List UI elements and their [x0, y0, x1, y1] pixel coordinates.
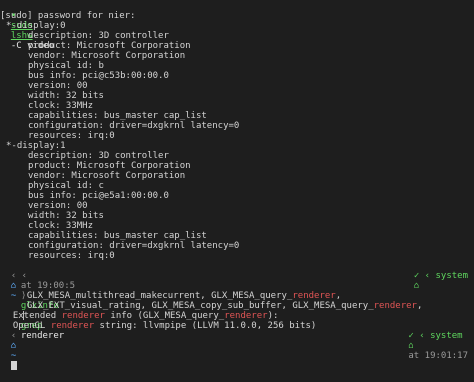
- display0-resources: resources: irq:0: [28, 131, 115, 141]
- prompt2-icon: ⌂: [408, 341, 414, 351]
- prompt2-home-icon: ⌂: [10, 341, 17, 351]
- command-line-glxinfo: at 19:00:5 ⟩ glxinfo | grep renderer: [0, 271, 474, 341]
- glx-output-line-3: Extended renderer info (GLX_MESA_query_r…: [0, 301, 474, 321]
- display0-clock: clock: 33MHz: [28, 101, 94, 111]
- prompt2-time: at 19:01:17: [408, 351, 468, 361]
- display1-resources: resources: irq:0: [28, 251, 115, 261]
- display0-description: description: 3D controller: [28, 31, 169, 41]
- display0-version: version: 00: [28, 81, 88, 91]
- shell-prompt-2[interactable]: ‹ ⌂ ~ ✓ ‹ system ⌂ at 19:01:17: [0, 321, 474, 370]
- grep-arg: renderer: [20, 331, 65, 341]
- prompt2-status: ✓ ‹ system: [408, 331, 463, 341]
- display0-physical-id: physical id: b: [28, 61, 104, 71]
- display1-version: version: 00: [28, 201, 88, 211]
- display1-width: width: 32 bits: [28, 211, 104, 221]
- prompt2-right: ✓ ‹ system ⌂ at 19:01:17: [387, 321, 468, 371]
- display1-product: product: Microsoft Corporation: [28, 161, 191, 171]
- display0-bus-info: bus info: pci@c53b:00:00.0: [28, 71, 169, 81]
- display0-product: product: Microsoft Corporation: [28, 41, 191, 51]
- display1-vendor: vendor: Microsoft Corporation: [28, 171, 186, 181]
- display0-width: width: 32 bits: [28, 91, 104, 101]
- glx-output-line-2: GLX_EXT_visual_rating, GLX_MESA_copy_sub…: [0, 291, 474, 311]
- shell-prompt-1: ‹ ‹ ⌂ ~ ✓ ‹ system ⌂: [0, 261, 474, 301]
- glx-output-line-1: GLX_MESA_multithread_makecurrent, GLX_ME…: [0, 281, 474, 301]
- display1-physical-id: physical id: c: [28, 181, 104, 191]
- display1-capabilities: capabilities: bus_master cap_list: [28, 231, 207, 241]
- glx-output-line-4: OpenGL renderer string: llvmpipe (LLVM 1…: [0, 311, 474, 331]
- text-cursor[interactable]: [10, 361, 17, 370]
- display0-configuration: configuration: driver=dxgkrnl latency=0: [28, 121, 240, 131]
- sudo-password-line: [sudo] password for nier:: [0, 11, 136, 21]
- display0-capabilities: capabilities: bus_master cap_list: [28, 111, 207, 121]
- display0-vendor: vendor: Microsoft Corporation: [28, 51, 186, 61]
- display1-header: *-display:1: [6, 141, 66, 151]
- prompt2-dir: ~: [10, 351, 17, 361]
- display1-clock: clock: 33MHz: [28, 221, 94, 231]
- display1-bus-info: bus info: pci@e5a1:00:00.0: [28, 191, 169, 201]
- display0-header: *-display:0: [6, 21, 66, 31]
- prompt2-left: ‹: [10, 331, 17, 341]
- command-line-lshw: • sudo lshw -C video: [0, 1, 474, 51]
- display1-configuration: configuration: driver=dxgkrnl latency=0: [28, 241, 240, 251]
- display1-description: description: 3D controller: [28, 151, 169, 161]
